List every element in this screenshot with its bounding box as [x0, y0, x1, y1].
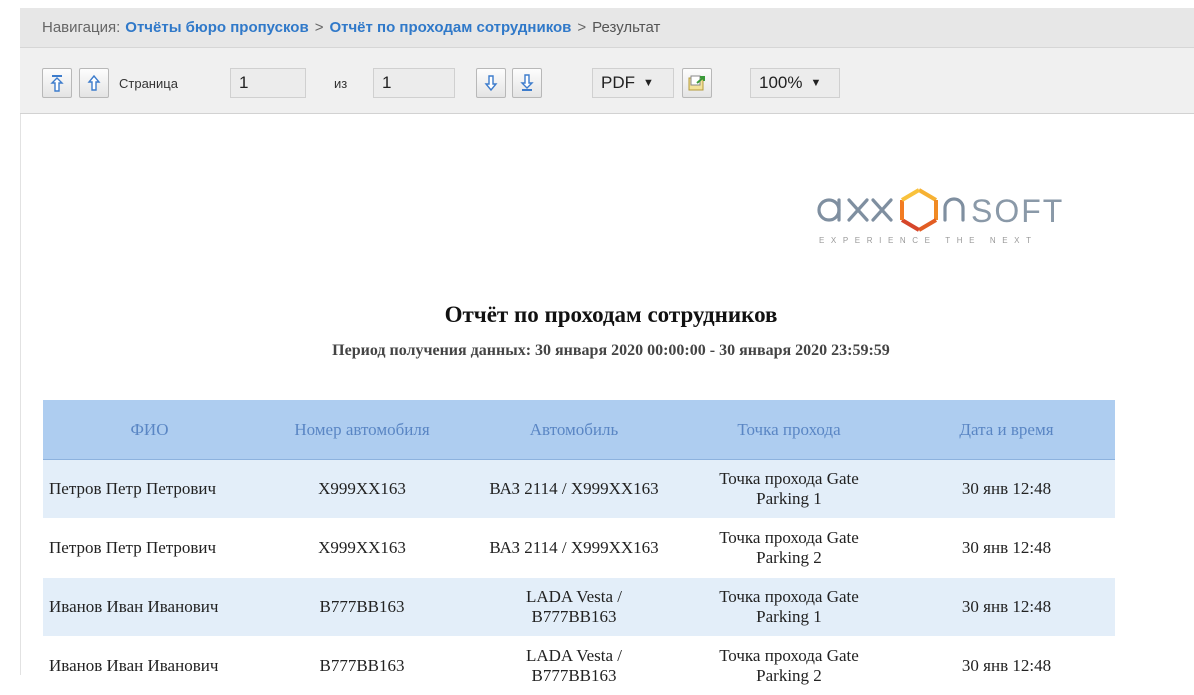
export-format-value: PDF	[601, 73, 635, 93]
cell-plate-number: В777ВВ163	[256, 637, 468, 695]
column-header-datetime: Дата и время	[898, 400, 1115, 460]
cell-access-point: Точка прохода Gate Parking 2	[680, 519, 898, 578]
cell-vehicle: ВАЗ 2114 / X999XX163	[468, 519, 680, 578]
cell-plate-number: X999XX163	[256, 460, 468, 519]
axxonsoft-logo: SOFT	[815, 186, 1135, 237]
access-point-text: Точка прохода Gate Parking 1	[714, 587, 864, 627]
svg-text:SOFT: SOFT	[971, 193, 1064, 229]
cell-datetime: 30 янв 12:48	[898, 460, 1115, 519]
cell-plate-number: X999XX163	[256, 519, 468, 578]
cell-datetime: 30 янв 12:48	[898, 519, 1115, 578]
column-header-plate-number: Номер автомобиля	[256, 400, 468, 460]
breadcrumb-label: Навигация:	[42, 19, 120, 36]
cell-plate-number: В777ВВ163	[256, 578, 468, 637]
column-header-vehicle: Автомобиль	[468, 400, 680, 460]
report-title: Отчёт по проходам сотрудников	[21, 302, 1194, 328]
prev-page-icon	[86, 74, 102, 92]
report-toolbar: Страница 1 из 1 PDF ▼ 100% ▼	[20, 48, 1194, 114]
cell-name: Петров Петр Петрович	[43, 460, 256, 519]
breadcrumb-separator: >	[315, 19, 324, 36]
breadcrumb-separator: >	[577, 19, 586, 36]
page-label: Страница	[119, 76, 178, 91]
breadcrumb-link-pass-office-reports[interactable]: Отчёты бюро пропусков	[125, 19, 308, 36]
zoom-value: 100%	[759, 73, 802, 93]
cell-vehicle: LADA Vesta / В777ВВ163	[468, 578, 680, 637]
first-page-icon	[49, 74, 65, 92]
report-page: SOFT EXPERIENCE THE NEXT Отчёт по проход…	[20, 114, 1194, 675]
table-row: Иванов Иван Иванович В777ВВ163 LADA Vest…	[43, 637, 1115, 695]
export-button[interactable]	[682, 68, 712, 98]
breadcrumb: Навигация: Отчёты бюро пропусков > Отчёт…	[20, 8, 1194, 48]
total-pages-field: 1	[373, 68, 455, 98]
logo-tagline: EXPERIENCE THE NEXT	[819, 236, 1038, 245]
last-page-icon	[519, 74, 535, 92]
dropdown-arrow-icon: ▼	[643, 77, 654, 89]
column-header-access-point: Точка прохода	[680, 400, 898, 460]
vehicle-text: LADA Vesta / В777ВВ163	[499, 587, 649, 627]
table-header-row: ФИО Номер автомобиля Автомобиль Точка пр…	[43, 400, 1115, 460]
dropdown-arrow-icon: ▼	[810, 77, 821, 89]
export-format-select[interactable]: PDF ▼	[592, 68, 674, 98]
access-point-text: Точка прохода Gate Parking 2	[714, 646, 864, 686]
of-label: из	[334, 76, 347, 91]
cell-datetime: 30 янв 12:48	[898, 637, 1115, 695]
breadcrumb-current: Результат	[592, 19, 660, 36]
last-page-button[interactable]	[512, 68, 542, 98]
cell-name: Иванов Иван Иванович	[43, 637, 256, 695]
export-icon	[687, 74, 707, 92]
next-page-icon	[483, 74, 499, 92]
zoom-select[interactable]: 100% ▼	[750, 68, 840, 98]
cell-access-point: Точка прохода Gate Parking 1	[680, 578, 898, 637]
axxonsoft-logo-mark: SOFT	[815, 186, 1135, 232]
cell-vehicle: ВАЗ 2114 / X999XX163	[468, 460, 680, 519]
column-header-name: ФИО	[43, 400, 256, 460]
first-page-button[interactable]	[42, 68, 72, 98]
table-row: Петров Петр Петрович X999XX163 ВАЗ 2114 …	[43, 519, 1115, 578]
access-point-text: Точка прохода Gate Parking 2	[714, 528, 864, 568]
cell-access-point: Точка прохода Gate Parking 1	[680, 460, 898, 519]
cell-vehicle: LADA Vesta / В777ВВ163	[468, 637, 680, 695]
cell-name: Петров Петр Петрович	[43, 519, 256, 578]
table-row: Иванов Иван Иванович В777ВВ163 LADA Vest…	[43, 578, 1115, 637]
report-period: Период получения данных: 30 января 2020 …	[21, 342, 1194, 360]
cell-datetime: 30 янв 12:48	[898, 578, 1115, 637]
cell-access-point: Точка прохода Gate Parking 2	[680, 637, 898, 695]
cell-name: Иванов Иван Иванович	[43, 578, 256, 637]
vehicle-text: LADA Vesta / В777ВВ163	[499, 646, 649, 686]
access-point-text: Точка прохода Gate Parking 1	[714, 469, 864, 509]
prev-page-button[interactable]	[79, 68, 109, 98]
next-page-button[interactable]	[476, 68, 506, 98]
breadcrumb-link-employee-passes-report[interactable]: Отчёт по проходам сотрудников	[329, 19, 571, 36]
page-number-input[interactable]: 1	[230, 68, 306, 98]
report-table: ФИО Номер автомобиля Автомобиль Точка пр…	[43, 400, 1115, 695]
table-row: Петров Петр Петрович X999XX163 ВАЗ 2114 …	[43, 460, 1115, 519]
